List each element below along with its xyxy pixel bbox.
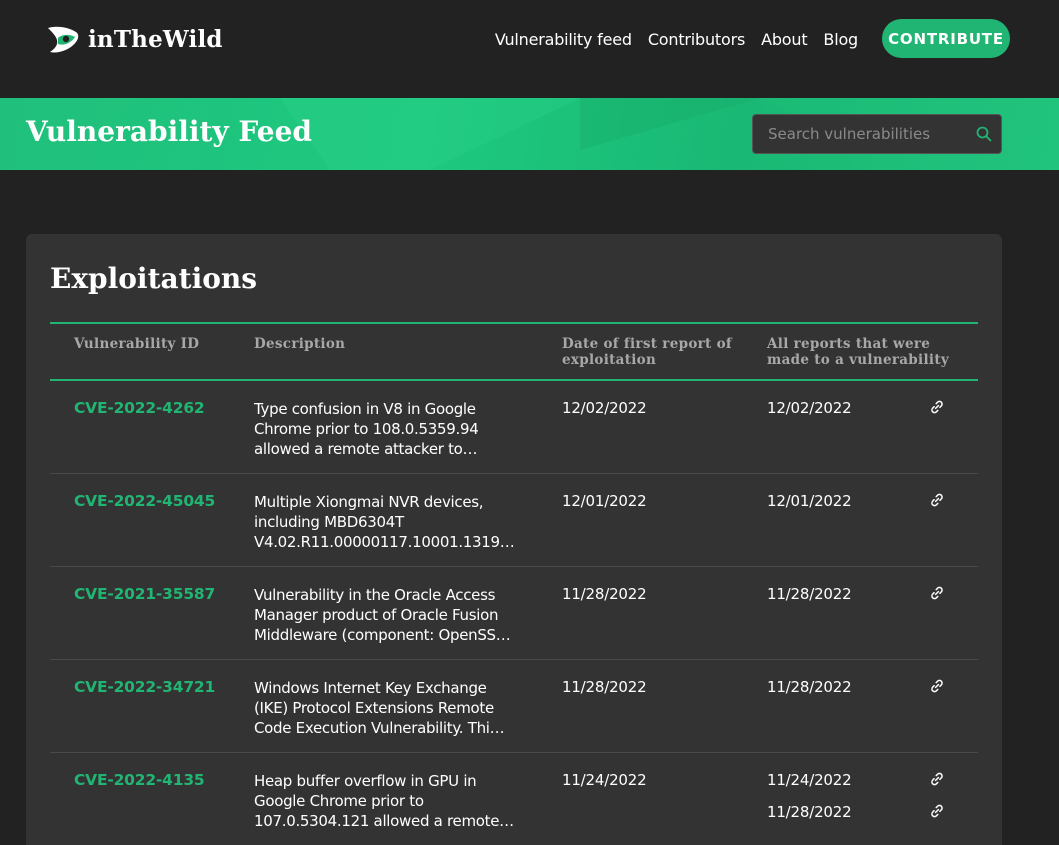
report-item: 12/02/2022 — [767, 399, 957, 431]
table-row: CVE-2022-34721 Windows Internet Key Exch… — [50, 660, 978, 753]
exploitations-table: Vulnerability ID Description Date of fir… — [50, 322, 978, 845]
col-header-id: Vulnerability ID — [74, 336, 200, 352]
table-row: CVE-2022-4262 Type confusion in V8 in Go… — [50, 381, 978, 474]
eye-logo-icon — [48, 26, 79, 53]
cve-link[interactable]: CVE-2021-35587 — [74, 585, 215, 603]
row-reports: 12/01/2022 — [767, 492, 957, 524]
brand-name: inTheWild — [88, 25, 223, 53]
row-description: Type confusion in V8 in Google Chrome pr… — [254, 400, 479, 458]
brand-logo[interactable]: inTheWild — [46, 22, 223, 56]
search-input[interactable] — [753, 125, 967, 143]
contribute-button[interactable]: CONTRIBUTE — [882, 19, 1010, 58]
cve-link[interactable]: CVE-2022-4262 — [74, 399, 205, 417]
nav-vulnerability-feed[interactable]: Vulnerability feed — [495, 30, 632, 49]
link-icon[interactable] — [929, 399, 945, 415]
row-first-report: 12/01/2022 — [562, 492, 647, 510]
report-date: 12/02/2022 — [767, 399, 852, 417]
row-reports: 11/24/2022 11/28/2022 — [767, 771, 957, 835]
search-icon[interactable] — [967, 126, 1001, 142]
search-box — [752, 114, 1002, 154]
report-item: 11/24/2022 — [767, 771, 957, 803]
main-nav: Vulnerability feed Contributors About Bl… — [495, 27, 858, 51]
link-icon[interactable] — [929, 492, 945, 508]
link-icon[interactable] — [929, 803, 945, 819]
report-item: 11/28/2022 — [767, 678, 957, 710]
row-description: Heap buffer overflow in GPU in Google Ch… — [254, 772, 514, 830]
row-first-report: 11/28/2022 — [562, 585, 647, 603]
exploitations-card: Exploitations Vulnerability ID Descripti… — [26, 234, 1002, 845]
page-title: Vulnerability Feed — [26, 115, 312, 148]
link-icon[interactable] — [929, 585, 945, 601]
row-description: Vulnerability in the Oracle Access Manag… — [254, 586, 511, 644]
nav-contributors[interactable]: Contributors — [648, 30, 745, 49]
row-reports: 11/28/2022 — [767, 585, 957, 617]
table-header: Vulnerability ID Description Date of fir… — [50, 322, 978, 381]
report-date: 11/28/2022 — [767, 678, 852, 696]
nav-blog[interactable]: Blog — [823, 30, 858, 49]
row-reports: 12/02/2022 — [767, 399, 957, 431]
row-description: Multiple Xiongmai NVR devices, including… — [254, 493, 515, 551]
report-date: 11/28/2022 — [767, 585, 852, 603]
col-header-all-reports: All reports that were made to a vulnerab… — [767, 336, 950, 368]
row-first-report: 11/28/2022 — [562, 678, 647, 696]
nav-about[interactable]: About — [761, 30, 808, 49]
card-title: Exploitations — [50, 262, 258, 295]
report-item: 11/28/2022 — [767, 803, 957, 835]
link-icon[interactable] — [929, 771, 945, 787]
table-row: CVE-2022-45045 Multiple Xiongmai NVR dev… — [50, 474, 978, 567]
report-date: 12/01/2022 — [767, 492, 852, 510]
row-reports: 11/28/2022 — [767, 678, 957, 710]
link-icon[interactable] — [929, 678, 945, 694]
cve-link[interactable]: CVE-2022-45045 — [74, 492, 215, 510]
report-date: 11/24/2022 — [767, 771, 852, 789]
report-item: 11/28/2022 — [767, 585, 957, 617]
col-header-description: Description — [254, 336, 346, 352]
cve-link[interactable]: CVE-2022-34721 — [74, 678, 215, 696]
row-description: Windows Internet Key Exchange (IKE) Prot… — [254, 679, 505, 737]
page-banner: Vulnerability Feed — [0, 98, 1059, 170]
row-first-report: 12/02/2022 — [562, 399, 647, 417]
row-first-report: 11/24/2022 — [562, 771, 647, 789]
report-date: 11/28/2022 — [767, 803, 852, 821]
table-row: CVE-2022-4135 Heap buffer overflow in GP… — [50, 753, 978, 845]
report-item: 12/01/2022 — [767, 492, 957, 524]
top-navbar: inTheWild Vulnerability feed Contributor… — [0, 0, 1059, 98]
table-row: CVE-2021-35587 Vulnerability in the Orac… — [50, 567, 978, 660]
col-header-first-report: Date of first report of exploitation — [562, 336, 732, 368]
cve-link[interactable]: CVE-2022-4135 — [74, 771, 205, 789]
